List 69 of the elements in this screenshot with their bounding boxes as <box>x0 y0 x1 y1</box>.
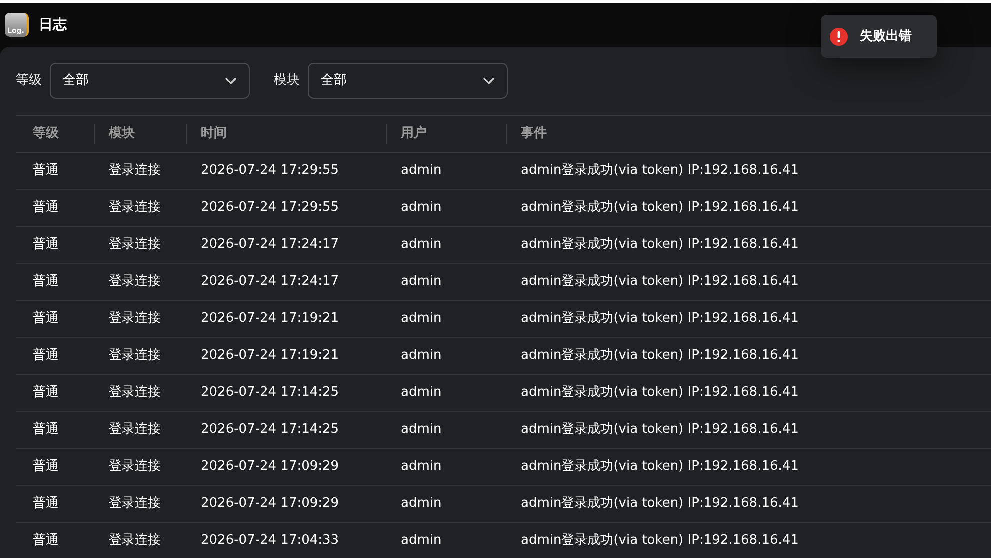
column-header: 用户 <box>401 124 427 144</box>
table-cell-text: admin <box>401 532 442 550</box>
table-cell-text: admin登录成功(via token) IP:192.168.16.41 <box>521 236 799 254</box>
table-cell-text: 登录连接 <box>109 384 161 402</box>
filter-dropdown[interactable]: 全部 <box>50 63 250 99</box>
table-cell-text: 2026-07-24 17:24:17 <box>201 273 340 292</box>
column-header: 等级 <box>33 125 59 144</box>
filter-label: 模块 <box>274 72 300 90</box>
table-cell-text: 普通 <box>33 310 59 328</box>
table-cell-text: 普通 <box>33 532 59 550</box>
table-cell-text: admin登录成功(via token) IP:192.168.16.41 <box>521 421 799 440</box>
table-cell-text: admin登录成功(via token) IP:192.168.16.41 <box>521 347 799 366</box>
table-cell-text: admin <box>401 421 442 440</box>
table-cell-text: admin登录成功(via token) IP:192.168.16.41 <box>521 273 799 292</box>
table-cell-text: 普通 <box>33 346 59 366</box>
table-cell-text: 普通 <box>33 272 59 292</box>
table-cell-text: admin <box>401 310 442 328</box>
table-cell-text: admin <box>401 273 442 292</box>
table-cell-text: 普通 <box>33 384 59 402</box>
table-cell-text: admin登录成功(via token) IP:192.168.16.41 <box>521 199 799 218</box>
table-cell-text: 登录连接 <box>109 199 161 218</box>
table-cell-text: 登录连接 <box>109 532 161 550</box>
table-cell-text: admin <box>401 347 442 366</box>
alert-icon <box>830 28 848 46</box>
table-cell-text: admin <box>401 458 442 476</box>
table-cell-text: admin登录成功(via token) IP:192.168.16.41 <box>521 384 799 402</box>
table-cell-text: 登录连接 <box>109 162 161 180</box>
table-cell-text: 2026-07-24 17:29:55 <box>201 162 340 180</box>
column-header: 模块 <box>109 125 135 144</box>
table-cell-text: admin <box>401 236 442 254</box>
table-cell-text: 2026-07-24 17:19:21 <box>201 310 340 328</box>
table-cell-text: 普通 <box>33 162 59 180</box>
table-cell-text: admin <box>401 495 442 514</box>
table-cell-text: 普通 <box>33 198 59 218</box>
table-cell-text: admin登录成功(via token) IP:192.168.16.41 <box>521 532 799 550</box>
table-cell-text: admin登录成功(via token) IP:192.168.16.41 <box>521 495 799 514</box>
table-cell-text: 2026-07-24 17:04:33 <box>201 532 340 550</box>
table-cell-text: admin <box>401 384 442 402</box>
filter-dropdown[interactable]: 全部 <box>308 63 508 99</box>
table-cell-text: 2026-07-24 17:24:17 <box>201 236 340 254</box>
table-cell-text: 普通 <box>33 494 59 514</box>
table-cell-text: 普通 <box>33 236 59 254</box>
table-cell-text: 登录连接 <box>109 347 161 366</box>
column-header: 时间 <box>201 125 227 144</box>
table-cell-text: admin <box>401 162 442 180</box>
table-cell-text: 2026-07-24 17:09:29 <box>201 495 340 514</box>
table-cell-text: 普通 <box>33 458 59 476</box>
table-cell-text: admin <box>401 199 442 218</box>
table-cell-text: 2026-07-24 17:09:29 <box>201 458 340 476</box>
table-cell-text: 登录连接 <box>109 495 161 514</box>
table-cell-text: 登录连接 <box>109 273 161 292</box>
table-cell-text: 登录连接 <box>109 458 161 476</box>
window-title: 日志 <box>39 16 67 34</box>
table-cell-text: 登录连接 <box>109 236 161 254</box>
table-cell-text: admin登录成功(via token) IP:192.168.16.41 <box>521 310 799 328</box>
toast-message: 失败出错 <box>860 28 912 46</box>
table-cell-text: admin登录成功(via token) IP:192.168.16.41 <box>521 162 799 180</box>
column-header: 事件 <box>521 125 547 144</box>
table-cell-text: 2026-07-24 17:19:21 <box>201 347 340 366</box>
table-cell-text: admin登录成功(via token) IP:192.168.16.41 <box>521 458 799 476</box>
chevron-down-icon <box>483 77 495 85</box>
table-cell-text: 2026-07-24 17:14:25 <box>201 384 340 402</box>
table-cell-text: 2026-07-24 17:14:25 <box>201 421 340 440</box>
chevron-down-icon <box>225 77 237 85</box>
table-cell-text: 普通 <box>33 420 59 440</box>
table-cell-text: 登录连接 <box>109 421 161 440</box>
filter-label: 等级 <box>16 72 42 90</box>
table-cell-text: 登录连接 <box>109 310 161 328</box>
table-cell-text: 2026-07-24 17:29:55 <box>201 199 340 218</box>
